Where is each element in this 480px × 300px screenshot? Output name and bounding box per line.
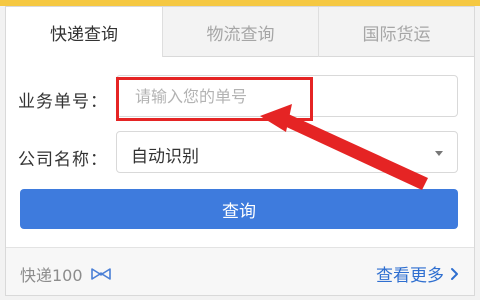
company-select[interactable]: 自动识别 bbox=[116, 131, 458, 173]
brand-name: 快递100 bbox=[20, 266, 83, 285]
query-card: 快递查询 物流查询 国际货运 业务单号： 公司名称： 自动识别 查询 快递100 bbox=[5, 6, 475, 296]
tracking-number-label: 业务单号： bbox=[18, 92, 108, 112]
company-name-label: 公司名称： bbox=[18, 150, 108, 170]
tab-label: 物流查询 bbox=[206, 24, 275, 45]
query-button[interactable]: 查询 bbox=[20, 189, 458, 229]
bow-tie-logo-icon bbox=[90, 268, 111, 280]
tracking-number-field[interactable] bbox=[116, 75, 458, 117]
tab-logistics-query[interactable]: 物流查询 bbox=[162, 7, 318, 57]
company-select-value: 自动识别 bbox=[131, 147, 199, 167]
view-more-link[interactable]: 查看更多 bbox=[376, 261, 460, 286]
tracking-number-input[interactable] bbox=[117, 76, 457, 116]
page-background: 快递查询 物流查询 国际货运 业务单号： 公司名称： 自动识别 查询 快递100 bbox=[0, 0, 480, 300]
dropdown-caret-icon bbox=[435, 151, 443, 156]
tab-bar: 快递查询 物流查询 国际货运 bbox=[6, 7, 474, 58]
card-footer: 快递100 查看更多 bbox=[6, 247, 474, 295]
brand: 快递100 bbox=[20, 262, 111, 286]
chevron-right-icon bbox=[451, 267, 458, 280]
tab-express-query[interactable]: 快递查询 bbox=[6, 7, 162, 58]
view-more-label: 查看更多 bbox=[376, 266, 444, 286]
tab-label: 快递查询 bbox=[50, 24, 118, 45]
tab-international-freight[interactable]: 国际货运 bbox=[318, 7, 474, 57]
tab-label: 国际货运 bbox=[362, 24, 431, 45]
